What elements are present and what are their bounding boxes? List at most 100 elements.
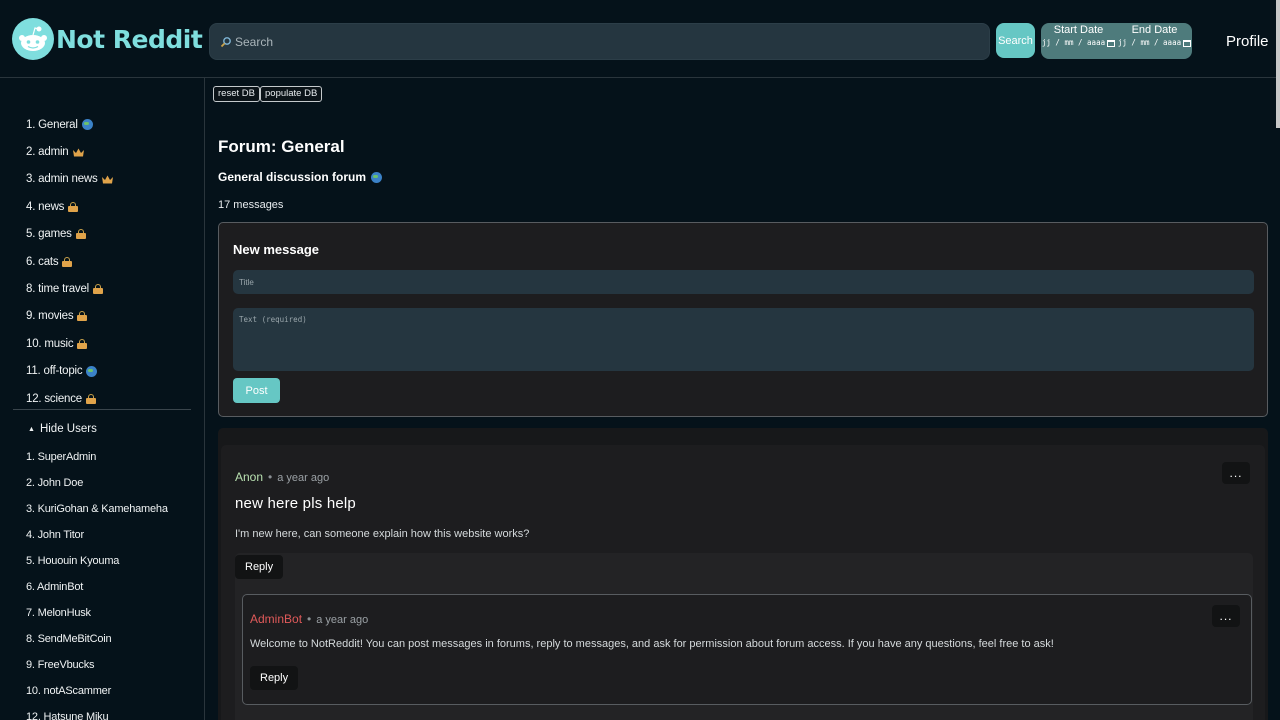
timestamp: a year ago — [316, 614, 369, 626]
message-count: 17 messages — [218, 199, 284, 211]
message-thread: Anon • a year ago ... new here pls help I'… — [218, 428, 1268, 720]
reddit-alien-icon — [12, 18, 54, 60]
crown-icon — [101, 175, 113, 184]
separator-dot: • — [268, 470, 273, 484]
top-header: Not Reddit Search Start Date jj / mm / a… — [0, 0, 1280, 78]
timestamp: a year ago — [277, 472, 330, 484]
new-message-form: New message Post — [218, 222, 1268, 417]
message-menu-button[interactable]: ... — [1222, 462, 1250, 484]
user-item[interactable]: 6. AdminBot — [26, 574, 168, 600]
forum-label: 2. admin — [26, 146, 69, 159]
lock-icon — [77, 311, 88, 322]
hide-users-toggle[interactable]: ▲ Hide Users — [28, 423, 97, 435]
calendar-icon[interactable] — [1183, 39, 1192, 47]
reply-card: AdminBot • a year ago ... Welcome to NotRe… — [242, 594, 1252, 705]
forum-list: 1. General 2. admin 3. admin news 4. new… — [26, 111, 113, 412]
forum-label: 12. science — [26, 392, 82, 405]
reply-button[interactable]: Reply — [235, 555, 284, 579]
message-meta: Anon • a year ago — [235, 470, 329, 484]
globe-icon — [86, 365, 98, 377]
end-date-group: End Date jj / mm / aaaa — [1117, 24, 1192, 49]
page-title: Forum: General — [218, 137, 345, 156]
new-message-heading: New message — [233, 242, 319, 257]
search-button[interactable]: Search — [996, 23, 1035, 58]
forum-label: 8. time travel — [26, 283, 90, 296]
post-button[interactable]: Post — [233, 378, 280, 403]
author-name[interactable]: AdminBot — [250, 612, 302, 626]
reply-body: Welcome to NotReddit! You can post messa… — [250, 638, 1054, 650]
user-list: 1. SuperAdmin 2. John Doe 3. KuriGohan &… — [26, 444, 168, 720]
triangle-up-icon: ▲ — [28, 425, 35, 433]
lock-icon — [75, 229, 86, 240]
profile-link[interactable]: Profile — [1226, 33, 1269, 50]
forum-label: 10. music — [26, 337, 74, 350]
message-body: I'm new here, can someone explain how th… — [235, 528, 530, 540]
calendar-icon[interactable] — [1107, 39, 1116, 47]
date-range-filter: Start Date jj / mm / aaaa End Date jj / … — [1041, 23, 1192, 59]
title-input[interactable] — [233, 270, 1254, 294]
user-item[interactable]: 4. John Titor — [26, 522, 168, 548]
forum-description-text: General discussion forum — [218, 170, 367, 184]
user-item[interactable]: 9. FreeVbucks — [26, 652, 168, 678]
sidebar-item-games[interactable]: 5. games — [26, 221, 113, 248]
user-item[interactable]: 12. Hatsune Miku — [26, 704, 168, 720]
search-input[interactable] — [235, 34, 975, 49]
replies-container: Reply AdminBot • a year ago ... Welcome to… — [235, 553, 1253, 720]
sidebar-item-admin-news[interactable]: 3. admin news — [26, 166, 113, 193]
user-item[interactable]: 5. Hououin Kyouma — [26, 548, 168, 574]
lock-icon — [62, 256, 73, 267]
forum-description: General discussion forum — [218, 170, 383, 184]
reset-db-button[interactable]: reset DB — [213, 86, 260, 102]
globe-icon — [371, 171, 383, 183]
sidebar-divider — [13, 409, 191, 410]
site-logo[interactable]: Not Reddit — [12, 18, 203, 60]
message-title: new here pls help — [235, 495, 356, 512]
reply-menu-button[interactable]: ... — [1212, 605, 1240, 627]
separator-dot: • — [307, 612, 312, 626]
user-item[interactable]: 3. KuriGohan & Kamehameha — [26, 496, 168, 522]
reply-meta: AdminBot • a year ago — [250, 612, 368, 626]
forum-label: 5. games — [26, 228, 72, 241]
sidebar-item-time-travel[interactable]: 8. time travel — [26, 275, 113, 302]
sidebar-item-news[interactable]: 4. news — [26, 193, 113, 220]
start-date-placeholder: jj / mm / aaaa — [1041, 38, 1106, 47]
search-bar — [209, 23, 990, 60]
lock-icon — [93, 284, 104, 295]
logo-text: Not Reddit — [56, 24, 203, 54]
sidebar-item-off-topic[interactable]: 11. off-topic — [26, 358, 113, 385]
forum-label: 3. admin news — [26, 173, 98, 186]
lock-icon — [68, 201, 79, 212]
sidebar-item-movies[interactable]: 9. movies — [26, 303, 113, 330]
hide-users-label: Hide Users — [39, 423, 97, 435]
start-date-input[interactable]: jj / mm / aaaa — [1041, 37, 1116, 49]
user-item[interactable]: 1. SuperAdmin — [26, 444, 168, 470]
end-date-input[interactable]: jj / mm / aaaa — [1117, 37, 1192, 49]
globe-icon — [81, 119, 93, 131]
main-content: reset DB populate DB Forum: General Gene… — [205, 78, 1276, 720]
user-item[interactable]: 10. notAScammer — [26, 678, 168, 704]
lock-icon — [77, 338, 88, 349]
text-input[interactable] — [233, 308, 1254, 371]
forum-label: 9. movies — [26, 310, 74, 323]
message-card: Anon • a year ago ... new here pls help I'… — [221, 445, 1265, 720]
forum-label: 4. news — [26, 200, 65, 213]
start-date-group: Start Date jj / mm / aaaa — [1041, 24, 1116, 49]
user-item[interactable]: 8. SendMeBitCoin — [26, 626, 168, 652]
end-date-label: End Date — [1131, 24, 1178, 36]
page-scrollbar[interactable] — [1276, 0, 1280, 128]
forum-label: 11. off-topic — [26, 365, 83, 378]
reply-button[interactable]: Reply — [250, 666, 299, 690]
author-name[interactable]: Anon — [235, 470, 263, 484]
forum-label: 6. cats — [26, 255, 59, 268]
crown-icon — [72, 148, 84, 157]
search-icon — [220, 36, 232, 48]
sidebar-item-cats[interactable]: 6. cats — [26, 248, 113, 275]
user-item[interactable]: 7. MelonHusk — [26, 600, 168, 626]
sidebar-item-admin[interactable]: 2. admin — [26, 138, 113, 165]
forum-label: 1. General — [26, 118, 78, 131]
user-item[interactable]: 2. John Doe — [26, 470, 168, 496]
sidebar-item-music[interactable]: 10. music — [26, 330, 113, 357]
sidebar-item-general[interactable]: 1. General — [26, 111, 113, 138]
start-date-label: Start Date — [1053, 24, 1104, 36]
populate-db-button[interactable]: populate DB — [260, 86, 323, 102]
